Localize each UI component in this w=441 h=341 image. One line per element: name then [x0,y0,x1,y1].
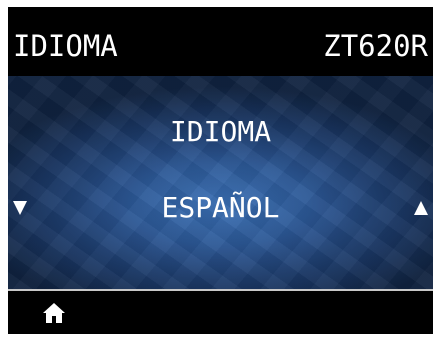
setting-title: IDIOMA [169,115,272,148]
menu-title: IDIOMA [13,29,118,63]
up-arrow-icon[interactable] [414,201,428,215]
setting-value: ESPAÑOL [161,191,280,224]
header-bar: IDIOMA ZT620R [8,7,433,76]
home-icon[interactable] [42,302,66,324]
printer-model: ZT620R [323,29,428,63]
setting-panel: IDIOMA ESPAÑOL [8,76,433,289]
printer-display: IDIOMA ZT620R IDIOMA ESPAÑOL [8,7,433,334]
footer-bar [8,291,433,334]
